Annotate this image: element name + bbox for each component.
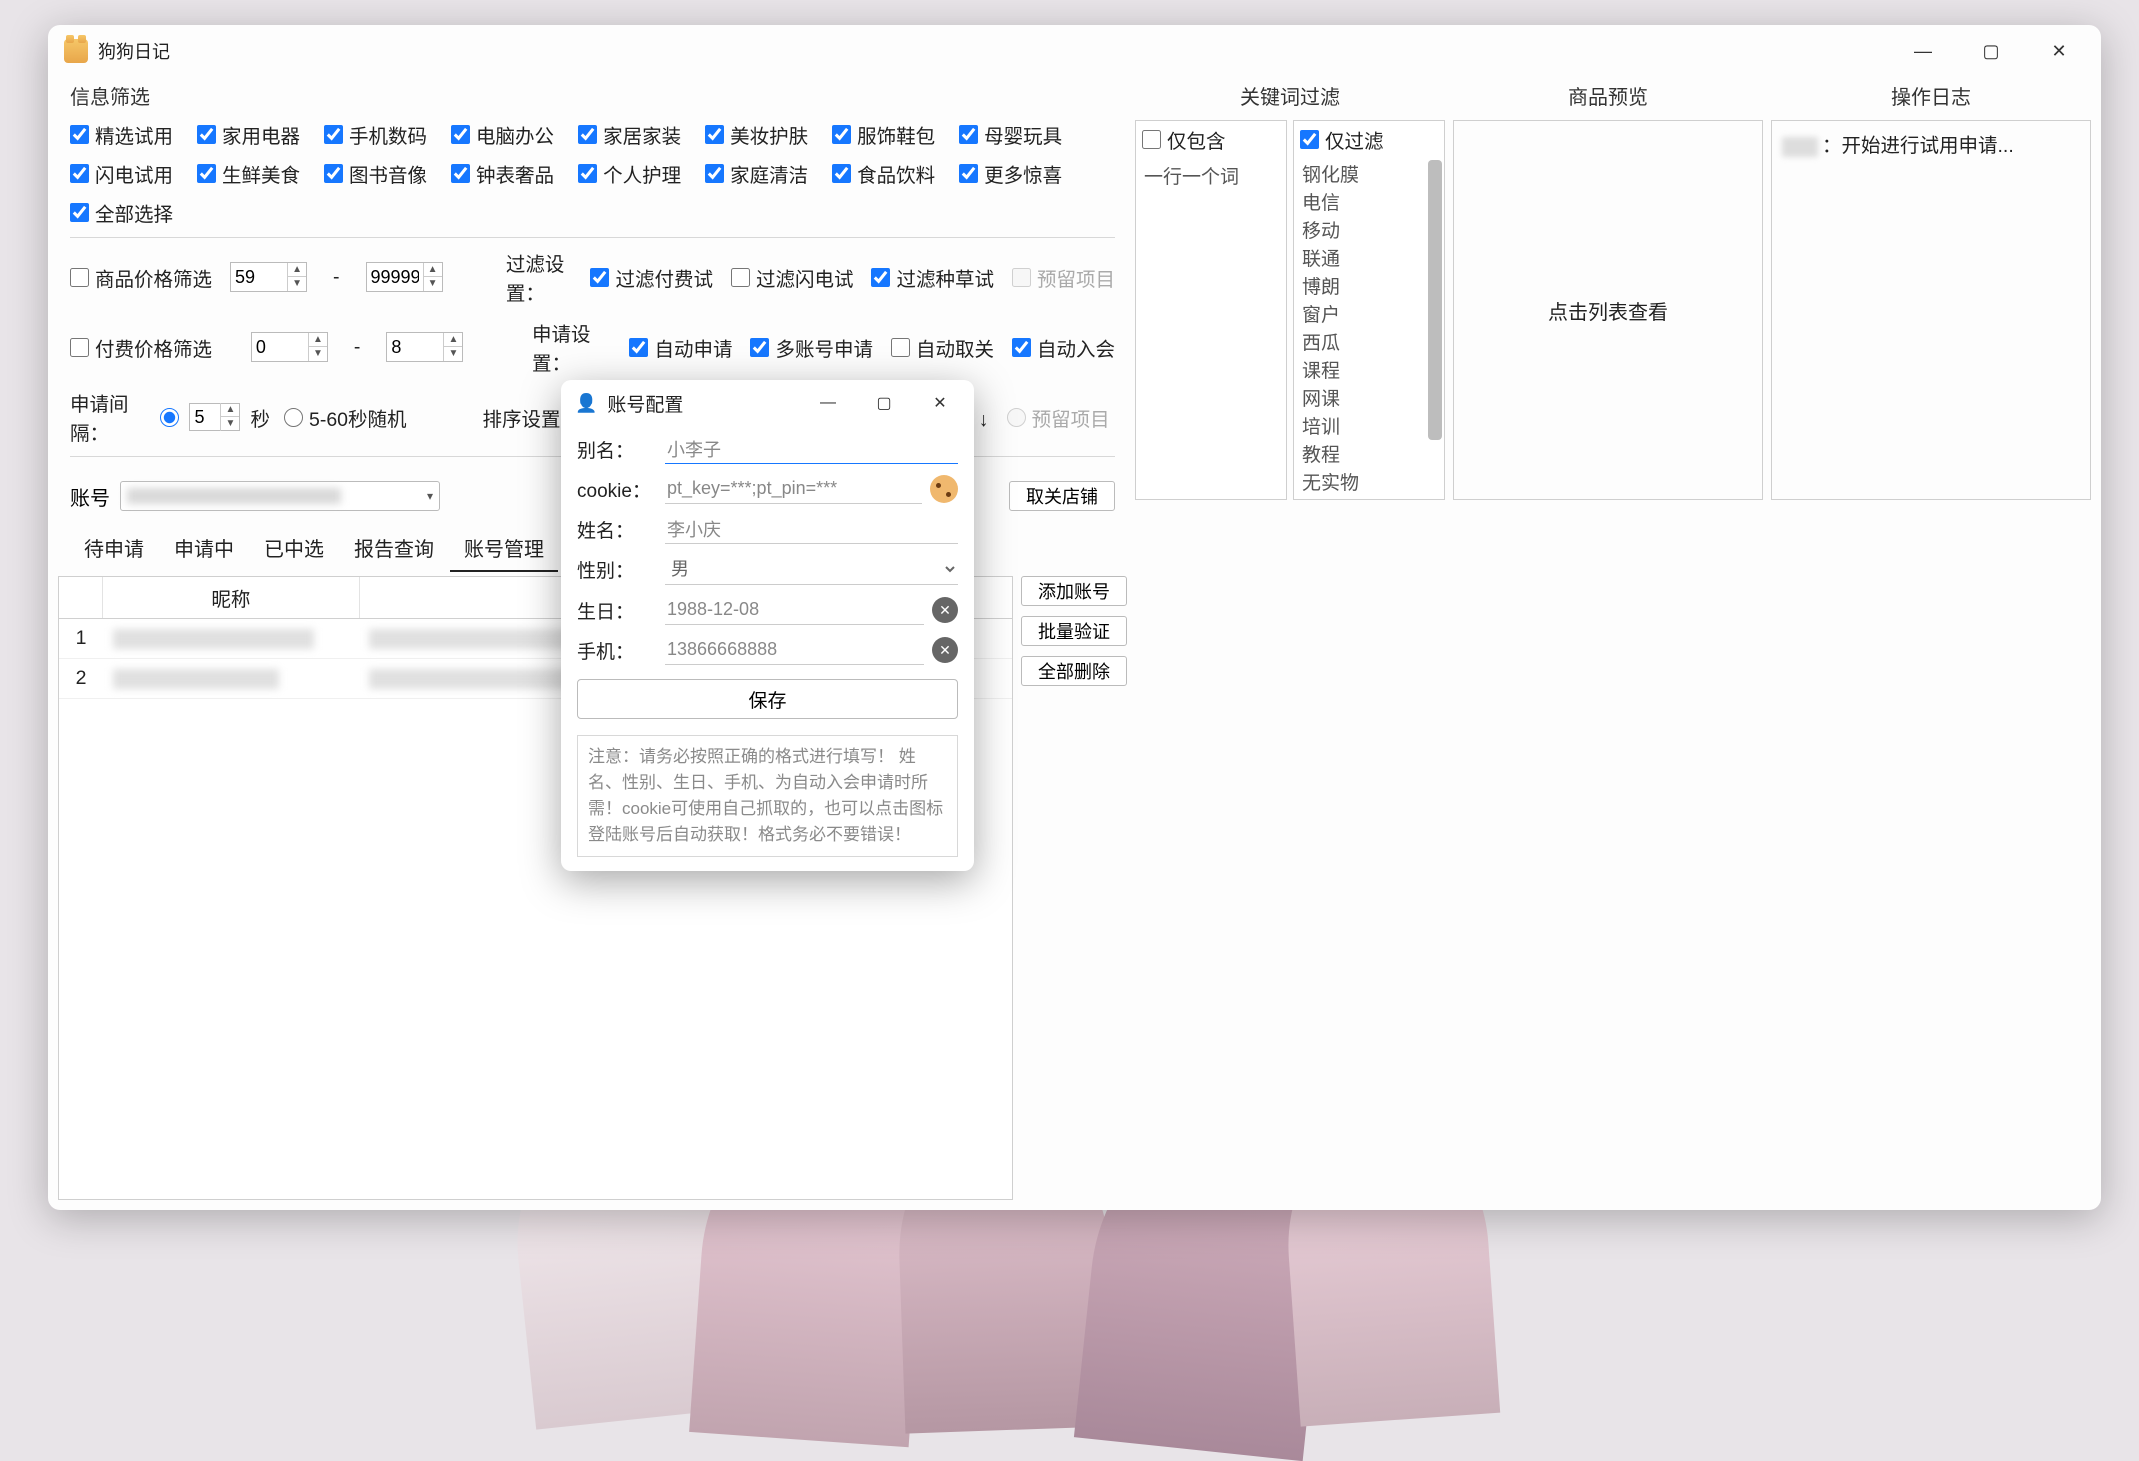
tab-report[interactable]: 报告查询: [340, 527, 448, 572]
category-checkbox[interactable]: 更多惊喜: [959, 159, 1062, 188]
interval-label: 申请间隔：: [70, 388, 150, 446]
category-checkbox[interactable]: 手机数码: [324, 120, 427, 149]
phone-label: 手机：: [577, 637, 657, 664]
cookie-label: cookie：: [577, 476, 657, 503]
clear-birth-icon[interactable]: ✕: [932, 597, 958, 623]
filter-flash-checkbox[interactable]: 过滤闪电试: [731, 263, 854, 292]
minimize-button[interactable]: —: [1889, 25, 1957, 77]
auto-apply-checkbox[interactable]: 自动申请: [629, 333, 732, 362]
category-checkbox[interactable]: 钟表奢品: [451, 159, 554, 188]
category-checkbox[interactable]: 家庭清洁: [705, 159, 808, 188]
auto-close-checkbox[interactable]: 自动取关: [891, 333, 994, 362]
tab-applying[interactable]: 申请中: [160, 527, 248, 572]
interval-random-radio[interactable]: 5-60秒随机: [284, 403, 407, 432]
category-checkbox[interactable]: 服饰鞋包: [832, 120, 935, 149]
exclude-keywords-box: 仅过滤 钢化膜电信移动联通博朗窗户西瓜课程网课培训教程无实物测评: [1293, 120, 1445, 500]
category-checkbox[interactable]: 家用电器: [197, 120, 300, 149]
scrollbar-thumb[interactable]: [1428, 160, 1442, 440]
user-icon: 👤: [575, 393, 597, 414]
account-label: 账号: [70, 482, 110, 511]
filter-settings-label: 过滤设置：: [506, 248, 573, 306]
save-button[interactable]: 保存: [577, 679, 958, 719]
chevron-down-icon: ▾: [427, 489, 433, 503]
paid-price-min[interactable]: ▲▼: [251, 332, 328, 362]
tab-won[interactable]: 已中选: [250, 527, 338, 572]
dialog-note: 注意：请务必按照正确的格式进行填写！ 姓名、性别、生日、手机、为自动入会申请时所…: [577, 735, 958, 857]
app-title: 狗狗日记: [98, 38, 170, 64]
category-checkbox[interactable]: 精选试用: [70, 120, 173, 149]
category-checkbox[interactable]: 食品饮料: [832, 159, 935, 188]
gender-select[interactable]: 男: [665, 554, 958, 585]
filter-section-title: 信息筛选: [58, 77, 1127, 120]
birth-label: 生日：: [577, 597, 657, 624]
include-textarea[interactable]: 一行一个词: [1136, 158, 1286, 499]
cookie-icon[interactable]: [930, 475, 958, 503]
goods-price-min[interactable]: ▲▼: [230, 262, 307, 292]
interval-fixed-radio[interactable]: [160, 408, 179, 427]
filter-paid-checkbox[interactable]: 过滤付费试: [590, 263, 713, 292]
tab-account-mgmt[interactable]: 账号管理: [450, 527, 558, 572]
category-checkbox[interactable]: 生鲜美食: [197, 159, 300, 188]
filter-reserve-checkbox[interactable]: 预留项目: [1012, 263, 1115, 292]
dialog-minimize-button[interactable]: —: [800, 380, 856, 426]
paid-price-filter-checkbox[interactable]: 付费价格筛选: [70, 333, 212, 362]
exclude-textarea[interactable]: 钢化膜电信移动联通博朗窗户西瓜课程网课培训教程无实物测评: [1294, 158, 1444, 499]
app-icon: [64, 39, 88, 63]
sort-reserve-radio[interactable]: 预留项目: [1007, 403, 1110, 432]
cookie-input[interactable]: [665, 474, 922, 504]
goods-price-max[interactable]: ▲▼: [366, 262, 443, 292]
category-checkbox[interactable]: 个人护理: [578, 159, 681, 188]
account-select[interactable]: ▾: [120, 481, 440, 511]
exclude-only-checkbox[interactable]: 仅过滤: [1300, 125, 1438, 154]
category-checkbox[interactable]: 闪电试用: [70, 159, 173, 188]
multi-account-checkbox[interactable]: 多账号申请: [750, 333, 873, 362]
log-section-title: 操作日志: [1771, 77, 2091, 120]
birth-input[interactable]: [665, 595, 924, 625]
preview-pane[interactable]: 点击列表查看: [1453, 120, 1763, 500]
titlebar[interactable]: 狗狗日记 — ▢ ✕: [48, 25, 2101, 77]
category-checkbox[interactable]: 家居家装: [578, 120, 681, 149]
clear-phone-icon[interactable]: ✕: [932, 637, 958, 663]
window-controls: — ▢ ✕: [1889, 25, 2093, 77]
name-input[interactable]: [665, 514, 958, 544]
alias-input[interactable]: [665, 434, 958, 464]
main-window: 狗狗日记 — ▢ ✕ 信息筛选 精选试用家用电器手机数码电脑办公家居家装美妆护肤…: [48, 25, 2101, 1210]
add-account-button[interactable]: 添加账号: [1021, 576, 1127, 606]
name-label: 姓名：: [577, 516, 657, 543]
filter-grass-checkbox[interactable]: 过滤种草试: [871, 263, 994, 292]
phone-input[interactable]: [665, 635, 924, 665]
log-line: ：开始进行试用申请...: [1782, 129, 2080, 158]
bulk-verify-button[interactable]: 批量验证: [1021, 616, 1127, 646]
category-checkbox[interactable]: 图书音像: [324, 159, 427, 188]
dialog-title: 账号配置: [607, 390, 683, 417]
category-checkbox[interactable]: 母婴玩具: [959, 120, 1062, 149]
maximize-button[interactable]: ▢: [1957, 25, 2025, 77]
close-button[interactable]: ✕: [2025, 25, 2093, 77]
goods-price-filter-checkbox[interactable]: 商品价格筛选: [70, 263, 212, 292]
log-pane: ：开始进行试用申请...: [1771, 120, 2091, 500]
apply-settings-label: 申请设置：: [532, 318, 611, 376]
dialog-titlebar[interactable]: 👤 账号配置 — ▢ ✕: [561, 380, 974, 426]
divider: [70, 237, 1115, 238]
preview-section-title: 商品预览: [1453, 77, 1763, 120]
auto-join-checkbox[interactable]: 自动入会: [1012, 333, 1115, 362]
include-only-checkbox[interactable]: 仅包含: [1142, 125, 1280, 154]
unfollow-shops-button[interactable]: 取关店铺: [1009, 481, 1115, 511]
dialog-maximize-button[interactable]: ▢: [856, 380, 912, 426]
category-checkbox[interactable]: 美妆护肤: [705, 120, 808, 149]
gender-label: 性别：: [577, 556, 657, 583]
select-all-checkbox[interactable]: 全部选择: [70, 198, 173, 227]
col-nickname[interactable]: 昵称: [103, 577, 360, 618]
delete-all-button[interactable]: 全部删除: [1021, 656, 1127, 686]
category-checkbox[interactable]: 电脑办公: [451, 120, 554, 149]
include-keywords-box: 仅包含 一行一个词: [1135, 120, 1287, 500]
account-config-dialog: 👤 账号配置 — ▢ ✕ 别名： cookie： 姓名： 性别： 男 生: [561, 380, 974, 871]
interval-value[interactable]: [190, 407, 220, 428]
tab-pending[interactable]: 待申请: [70, 527, 158, 572]
alias-label: 别名：: [577, 436, 657, 463]
paid-price-max[interactable]: ▲▼: [386, 332, 463, 362]
dialog-close-button[interactable]: ✕: [912, 380, 968, 426]
keyword-section-title: 关键词过滤: [1135, 77, 1445, 120]
